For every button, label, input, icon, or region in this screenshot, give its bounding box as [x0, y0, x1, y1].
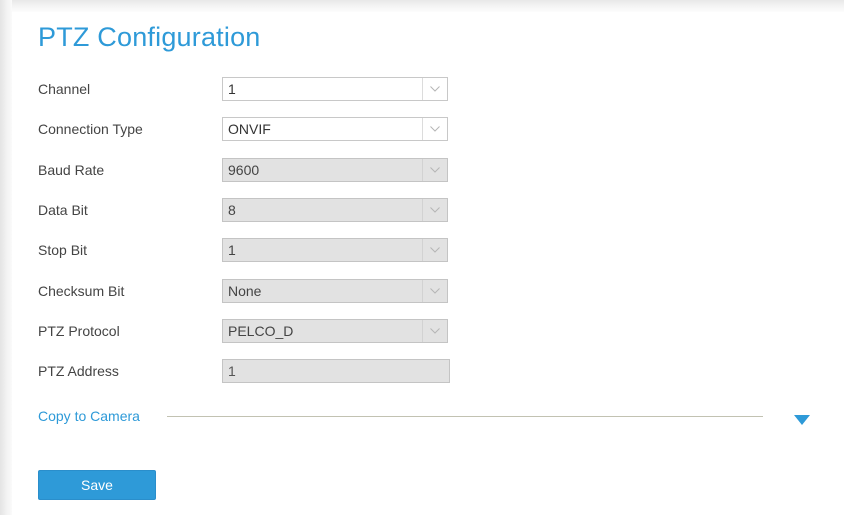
select-divider: [422, 118, 423, 140]
select-divider: [422, 280, 423, 302]
connection-type-select[interactable]: ONVIF: [222, 117, 448, 141]
ptz-protocol-select[interactable]: PELCO_D: [222, 319, 448, 343]
baud-rate-select[interactable]: 9600: [222, 158, 448, 182]
connection-type-value: ONVIF: [228, 121, 271, 137]
checksum-bit-select[interactable]: None: [222, 279, 448, 303]
select-divider: [422, 159, 423, 181]
ptz-protocol-value: PELCO_D: [228, 323, 294, 339]
chevron-down-icon: [430, 207, 440, 213]
form-row-channel: Channel 1: [0, 77, 844, 101]
stop-bit-select[interactable]: 1: [222, 238, 448, 262]
save-button[interactable]: Save: [38, 470, 156, 500]
window-top-edge: [0, 0, 844, 12]
chevron-down-icon: [430, 328, 440, 334]
form-row-stop-bit: Stop Bit 1: [0, 238, 844, 262]
select-divider: [422, 78, 423, 100]
stop-bit-label: Stop Bit: [38, 242, 88, 258]
page-title: PTZ Configuration: [38, 22, 261, 52]
copy-to-camera-row: Copy to Camera: [0, 404, 844, 428]
form-row-data-bit: Data Bit 8: [0, 198, 844, 222]
copy-divider-line: [167, 416, 763, 417]
stop-bit-value: 1: [228, 242, 236, 258]
select-divider: [422, 239, 423, 261]
connection-type-label: Connection Type: [38, 121, 143, 137]
data-bit-label: Data Bit: [38, 202, 88, 218]
checksum-bit-value: None: [228, 283, 262, 299]
form-row-ptz-address: PTZ Address: [0, 359, 844, 383]
form-row-baud-rate: Baud Rate 9600: [0, 158, 844, 182]
ptz-address-input[interactable]: [223, 360, 449, 382]
form-row-checksum-bit: Checksum Bit None: [0, 279, 844, 303]
checksum-bit-label: Checksum Bit: [38, 283, 125, 299]
triangle-down-icon[interactable]: [794, 415, 810, 425]
channel-label: Channel: [38, 81, 91, 97]
baud-rate-value: 9600: [228, 162, 260, 178]
select-divider: [422, 199, 423, 221]
ptz-address-label: PTZ Address: [38, 363, 119, 379]
channel-select[interactable]: 1: [222, 77, 448, 101]
copy-to-camera-link[interactable]: Copy to Camera: [38, 408, 140, 424]
chevron-down-icon: [430, 247, 440, 253]
data-bit-select[interactable]: 8: [222, 198, 448, 222]
channel-value: 1: [228, 81, 236, 97]
chevron-down-icon: [430, 288, 440, 294]
chevron-down-icon: [430, 126, 440, 132]
window-frame: PTZ Configuration Channel 1 Connection T…: [0, 0, 844, 515]
select-divider: [422, 320, 423, 342]
data-bit-value: 8: [228, 202, 236, 218]
ptz-address-field[interactable]: [222, 359, 450, 383]
chevron-down-icon: [430, 86, 440, 92]
form-row-connection-type: Connection Type ONVIF: [0, 117, 844, 141]
chevron-down-icon: [430, 167, 440, 173]
form-row-ptz-protocol: PTZ Protocol PELCO_D: [0, 319, 844, 343]
baud-rate-label: Baud Rate: [38, 162, 105, 178]
ptz-protocol-label: PTZ Protocol: [38, 323, 120, 339]
